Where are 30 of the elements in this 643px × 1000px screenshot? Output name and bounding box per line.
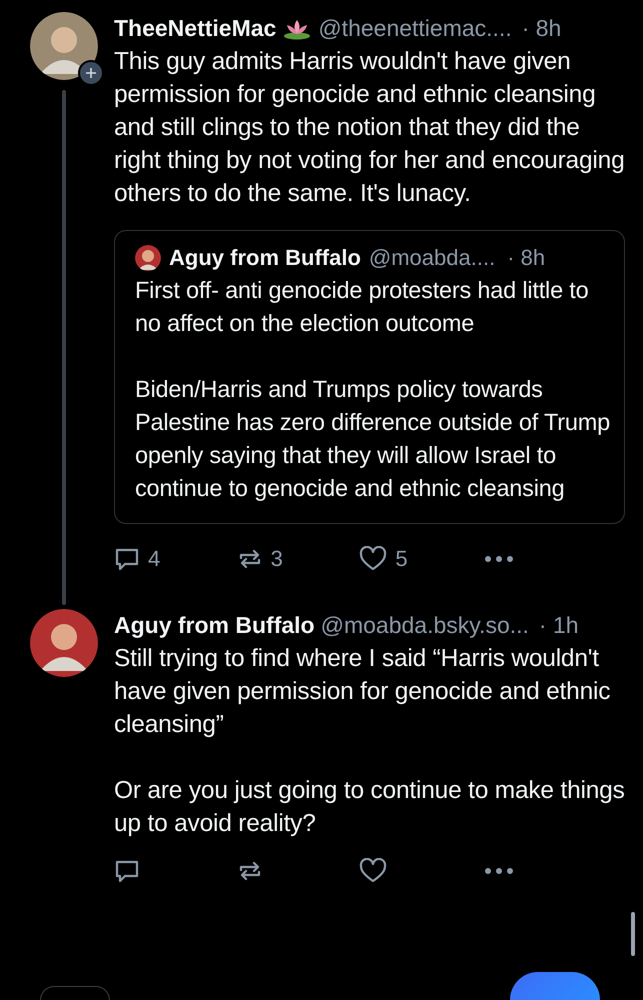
heart-icon <box>359 546 388 572</box>
plus-icon <box>85 67 97 79</box>
post-text: This guy admits Harris wouldn't have given permission for genocide and ethnic cleansing and still clings to the notion that they did the right thing by not voting for her and encouraging others to do the same. It's lunacy. <box>114 47 625 209</box>
quote-time: · 8h <box>507 244 546 272</box>
reply-icon <box>114 858 140 884</box>
avatar[interactable] <box>30 609 98 677</box>
reply-button[interactable]: 4 <box>114 542 160 575</box>
quote-card[interactable] <box>114 230 625 524</box>
avatar[interactable] <box>30 12 98 80</box>
like-button[interactable]: 5 <box>359 542 408 575</box>
avatar[interactable] <box>135 244 161 270</box>
more-button[interactable] <box>484 554 514 562</box>
post-time: · 1h <box>538 611 579 640</box>
repost-button[interactable]: 3 <box>236 542 283 575</box>
quote-author-handle[interactable]: @moabda.... <box>368 241 496 274</box>
quote-text: First off- anti genocide protesters had little to no affect on the election outcome Biden/Harris and Trumps policy towards Palestine has zero difference outside of Trump openly saying that they will allow Israel to continue to genocide and ethnic cleansing <box>135 276 610 503</box>
author-handle[interactable]: @moabda.bsky.so... <box>320 609 529 642</box>
scrollbar[interactable] <box>631 912 635 956</box>
post-time: · 8h <box>522 14 562 43</box>
more-icon <box>484 554 514 562</box>
author-handle[interactable]: @theenettiemac.... <box>318 12 512 45</box>
author-name[interactable]: TheeNettieMac <box>114 12 276 45</box>
more-icon <box>484 867 514 875</box>
like-button[interactable] <box>359 858 388 884</box>
reply-button[interactable] <box>114 858 140 884</box>
author-name[interactable]: Aguy from Buffalo <box>114 609 315 642</box>
post-text: Still trying to find where I said “Harris wouldn't have given permission for genocide and ethnic cleansing” Or are you just going to continue to make things up to avoid reality? <box>114 644 625 839</box>
quote-author-name[interactable]: Aguy from Buffalo <box>169 241 361 274</box>
more-button[interactable] <box>484 867 514 875</box>
heart-icon <box>359 858 388 884</box>
